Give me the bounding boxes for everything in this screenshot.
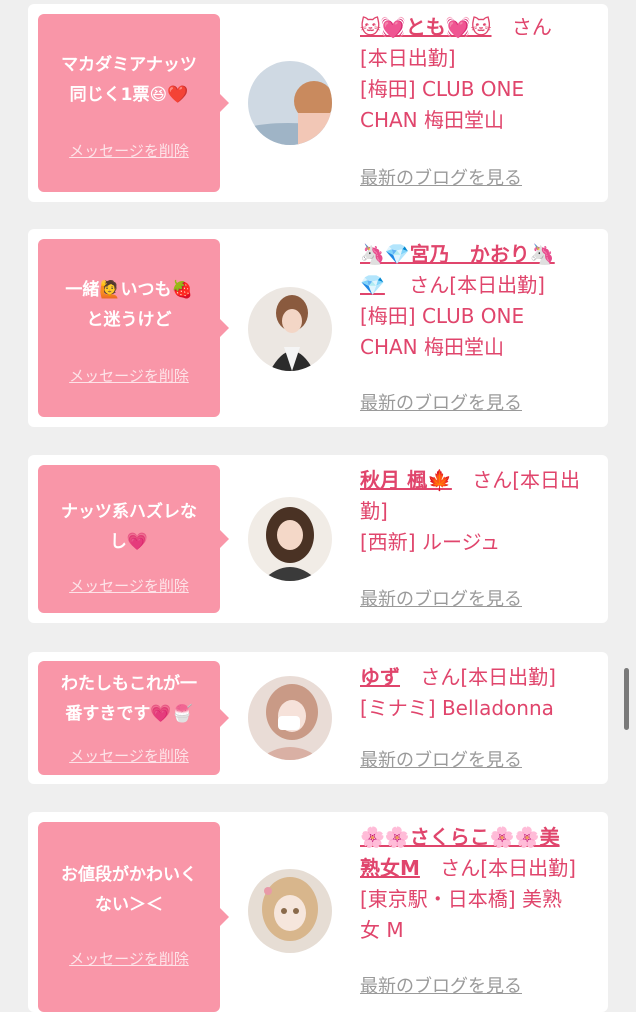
message-card: マカダミアナッツ 同じく1票😆❤️ メッセージを削除 🐱💓とも💓🐱 さん [本日… <box>28 4 608 202</box>
cast-name-link-continued[interactable]: 💎 <box>360 273 385 297</box>
cast-info: 🌸🌸さくらこ🌸🌸美 熟女M さん[本日出勤] [東京駅・日本橋] 美熟 女 M <box>360 822 606 946</box>
message-line: し💗 <box>109 532 149 552</box>
message-text: お値段がかわいく ない＞＜ <box>44 860 214 920</box>
shop-line: CHAN 梅田堂山 <box>360 335 505 359</box>
cast-name-link[interactable]: ゆず <box>360 665 400 689</box>
shop-line: [梅田] CLUB ONE <box>360 77 525 101</box>
delete-message-link[interactable]: メッセージを削除 <box>38 575 220 596</box>
delete-message-link[interactable]: メッセージを削除 <box>38 948 220 969</box>
message-bubble: わたしもこれが一 番すきです💗🍧 メッセージを削除 <box>38 661 229 775</box>
cast-name-link[interactable]: 🌸🌸さくらこ🌸🌸美 <box>360 825 560 849</box>
message-line: 番すきです💗🍧 <box>65 704 193 724</box>
latest-blog-link[interactable]: 最新のブログを見る <box>360 389 522 415</box>
cast-info: 秋月 楓🍁 さん[本日出 勤] [西新] ルージュ <box>360 465 606 558</box>
shop-line: [ミナミ] Belladonna <box>360 696 554 720</box>
message-card: 一緒🙋いつも🍓 と迷うけど メッセージを削除 🦄💎宮乃 かおり🦄 💎 さん[本日… <box>28 229 608 427</box>
name-suffix: さん[本日出勤] <box>440 856 576 880</box>
cast-name-link[interactable]: 🦄💎宮乃 かおり🦄 <box>360 242 555 266</box>
message-line: ナッツ系ハズレな <box>61 502 197 522</box>
message-bubble: マカダミアナッツ 同じく1票😆❤️ メッセージを削除 <box>38 14 229 192</box>
name-suffix-continued: 勤] <box>360 499 388 523</box>
message-bubble: ナッツ系ハズレな し💗 メッセージを削除 <box>38 465 229 613</box>
message-line: 一緒🙋いつも🍓 <box>65 280 193 300</box>
message-line: わたしもこれが一 <box>61 674 197 694</box>
avatar[interactable] <box>248 676 332 760</box>
message-line: ない＞＜ <box>95 895 163 915</box>
name-suffix: さん[本日出勤] <box>409 273 545 297</box>
message-line: 同じく1票😆❤️ <box>69 85 189 105</box>
cast-name-link[interactable]: 🐱💓とも💓🐱 <box>360 15 492 39</box>
shop-line: [西新] ルージュ <box>360 530 501 554</box>
shop-line: CHAN 梅田堂山 <box>360 108 505 132</box>
latest-blog-link[interactable]: 最新のブログを見る <box>360 164 522 190</box>
message-card: お値段がかわいく ない＞＜ メッセージを削除 🌸🌸さくらこ🌸🌸美 熟女M さん[… <box>28 812 608 1012</box>
name-suffix: さん <box>511 15 552 39</box>
avatar[interactable] <box>248 61 332 145</box>
message-text: 一緒🙋いつも🍓 と迷うけど <box>44 275 214 335</box>
shop-line: [梅田] CLUB ONE <box>360 304 525 328</box>
message-text: マカダミアナッツ 同じく1票😆❤️ <box>44 50 214 110</box>
latest-blog-link[interactable]: 最新のブログを見る <box>360 585 522 611</box>
name-suffix: さん[本日出勤] <box>420 665 556 689</box>
cast-name-link-continued[interactable]: 熟女M <box>360 856 420 880</box>
cast-name-link[interactable]: 秋月 楓🍁 <box>360 468 452 492</box>
shop-line: [東京駅・日本橋] 美熟 <box>360 887 562 911</box>
scrollbar[interactable] <box>624 668 629 730</box>
delete-message-link[interactable]: メッセージを削除 <box>38 365 220 386</box>
message-line: マカダミアナッツ <box>61 55 197 75</box>
avatar[interactable] <box>248 869 332 953</box>
latest-blog-link[interactable]: 最新のブログを見る <box>360 972 522 998</box>
name-suffix: さん[本日出 <box>472 468 581 492</box>
shop-line: 女 M <box>360 918 404 942</box>
message-line: と迷うけど <box>86 310 172 330</box>
message-card: ナッツ系ハズレな し💗 メッセージを削除 秋月 楓🍁 さん[本日出 勤] [西新… <box>28 455 608 623</box>
message-bubble: お値段がかわいく ない＞＜ メッセージを削除 <box>38 822 229 1012</box>
delete-message-link[interactable]: メッセージを削除 <box>38 745 220 766</box>
message-text: わたしもこれが一 番すきです💗🍧 <box>44 669 214 729</box>
avatar[interactable] <box>248 287 332 371</box>
work-status: [本日出勤] <box>360 46 456 70</box>
latest-blog-link[interactable]: 最新のブログを見る <box>360 746 522 772</box>
message-bubble: 一緒🙋いつも🍓 と迷うけど メッセージを削除 <box>38 239 229 417</box>
message-text: ナッツ系ハズレな し💗 <box>44 497 214 557</box>
message-card: わたしもこれが一 番すきです💗🍧 メッセージを削除 ゆず さん[本日出勤] [ミ… <box>28 652 608 784</box>
cast-info: 🦄💎宮乃 かおり🦄 💎 さん[本日出勤] [梅田] CLUB ONE CHAN … <box>360 239 606 363</box>
delete-message-link[interactable]: メッセージを削除 <box>38 140 220 161</box>
avatar[interactable] <box>248 497 332 581</box>
cast-info: 🐱💓とも💓🐱 さん [本日出勤] [梅田] CLUB ONE CHAN 梅田堂山 <box>360 12 606 136</box>
cast-info: ゆず さん[本日出勤] [ミナミ] Belladonna <box>360 662 606 724</box>
message-line: お値段がかわいく <box>61 865 197 885</box>
